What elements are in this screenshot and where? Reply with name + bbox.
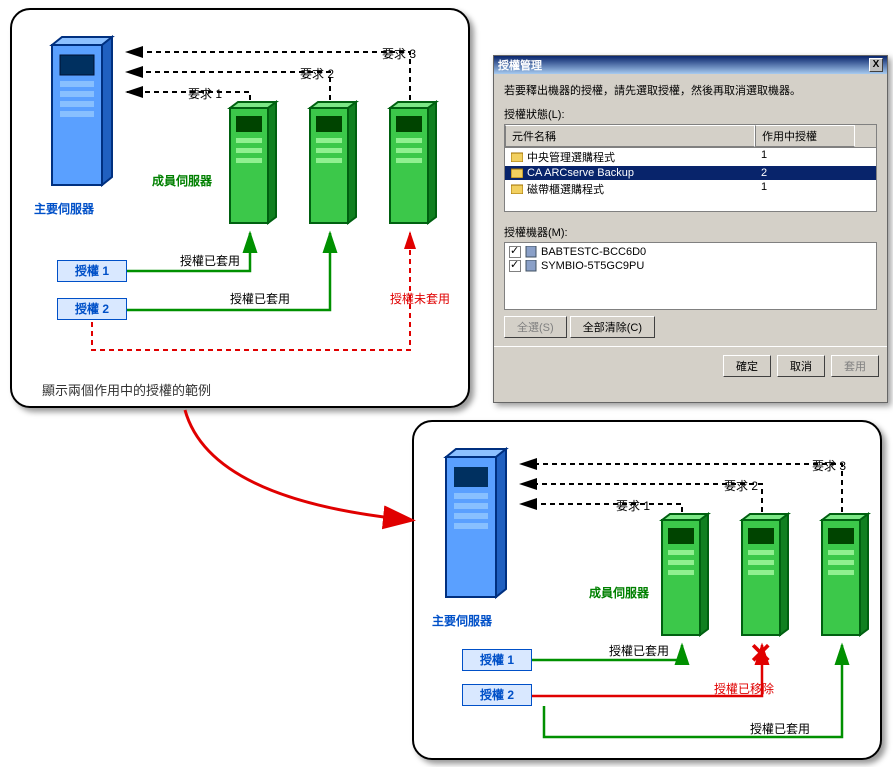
server-icon [525,246,537,258]
list-row[interactable]: 中央管理選購程式 1 [505,148,876,166]
dialog-instruction: 若要釋出機器的授權，請先選取授權，然後再取消選取機器。 [504,82,877,98]
license-2-box: 授權 2 [462,684,532,706]
req2-label: 要求 2 [724,477,758,494]
member-server-label: 成員伺服器 [589,584,649,601]
req1-label: 要求 1 [188,85,222,102]
license-management-dialog: 授權管理 X 若要釋出機器的授權，請先選取授權，然後再取消選取機器。 授權狀態(… [493,55,888,403]
member-server-2-icon [734,512,794,642]
row-count: 1 [755,148,855,166]
machine-name: SYMBIO-5T5GC9PU [541,260,644,272]
panel1-caption: 顯示兩個作用中的授權的範例 [42,380,211,399]
req3-label: 要求 3 [812,457,846,474]
select-all-button[interactable]: 全選(S) [504,316,567,338]
primary-server-icon [42,35,122,195]
applied2-label: 授權已套用 [750,720,810,737]
apply-button[interactable]: 套用 [831,355,879,377]
member-server-3-icon [814,512,874,642]
clear-all-button[interactable]: 全部清除(C) [570,316,655,338]
list-row[interactable]: 磁帶櫃選購程式 1 [505,180,876,198]
not-applied-label: 授權未套用 [390,290,450,307]
removed-label: 授權已移除 [714,680,774,697]
machines-label: 授權機器(M): [504,224,877,240]
col-component-header: 元件名稱 [505,125,755,147]
applied1-label: 授權已套用 [180,252,240,269]
machine-name: BABTESTC-BCC6D0 [541,246,646,258]
x-mark-icon: ✕ [749,637,772,670]
primary-server-icon [436,447,516,607]
license-1-box: 授權 1 [57,260,127,282]
diagram-panel-before: 主要伺服器 成員伺服器 授權 1 授權 2 要求 1 要求 2 要求 3 授權已… [10,8,470,408]
close-icon[interactable]: X [869,58,883,72]
dialog-title: 授權管理 [498,57,542,73]
member-server-1-icon [654,512,714,642]
license-2-box: 授權 2 [57,298,127,320]
applied1-label: 授權已套用 [609,642,669,659]
license-status-list[interactable]: 元件名稱 作用中授權 中央管理選購程式 1 CA ARCserve Backup… [504,124,877,212]
member-server-2-icon [302,100,362,230]
license-1-box: 授權 1 [462,649,532,671]
row-name: CA ARCserve Backup [527,167,634,179]
license-status-label: 授權狀態(L): [504,106,877,122]
member-server-1-icon [222,100,282,230]
row-name: 磁帶櫃選購程式 [527,181,604,197]
member-server-label: 成員伺服器 [152,172,212,189]
checkbox-icon[interactable] [509,246,521,258]
row-count: 1 [755,180,855,198]
checkbox-icon[interactable] [509,260,521,272]
machine-row[interactable]: SYMBIO-5T5GC9PU [507,259,874,273]
member-server-3-icon [382,100,442,230]
req3-label: 要求 3 [382,45,416,62]
row-name: 中央管理選購程式 [527,149,615,165]
req2-label: 要求 2 [300,65,334,82]
machines-list[interactable]: BABTESTC-BCC6D0 SYMBIO-5T5GC9PU [504,242,877,310]
diagram-panel-after: 主要伺服器 成員伺服器 授權 1 授權 2 要求 1 要求 2 要求 3 授權已… [412,420,882,760]
row-count: 2 [755,166,855,180]
dialog-titlebar: 授權管理 X [494,56,887,74]
server-icon [525,260,537,272]
applied2-label: 授權已套用 [230,290,290,307]
list-row-selected[interactable]: CA ARCserve Backup 2 [505,166,876,180]
cancel-button[interactable]: 取消 [777,355,825,377]
ok-button[interactable]: 確定 [723,355,771,377]
primary-server-label: 主要伺服器 [432,612,492,629]
machine-row[interactable]: BABTESTC-BCC6D0 [507,245,874,259]
req1-label: 要求 1 [616,497,650,514]
primary-server-label: 主要伺服器 [34,200,94,217]
col-active-header: 作用中授權 [755,125,855,147]
